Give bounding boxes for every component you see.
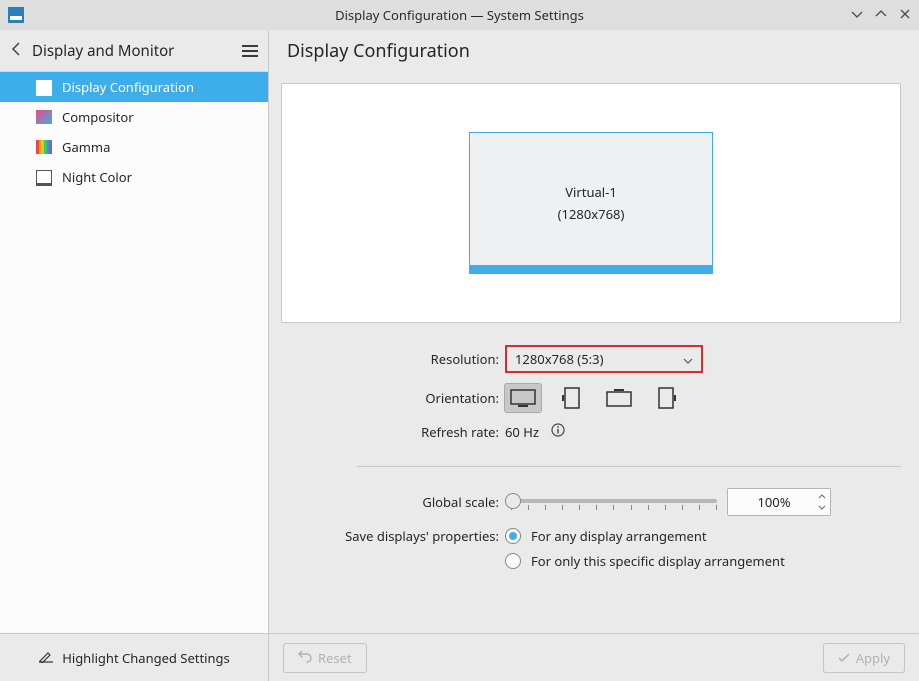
sidebar-item-label: Display Configuration: [62, 78, 194, 96]
orientation-portrait-right-button[interactable]: [649, 384, 685, 412]
save-props-label: Save displays' properties:: [281, 527, 505, 545]
resolution-select[interactable]: 1280x768 (5:3): [505, 345, 703, 373]
orientation-landscape-button[interactable]: [505, 384, 541, 412]
sidebar-item-night-color[interactable]: Night Color: [0, 162, 268, 192]
footer: Highlight Changed Settings Reset Apply: [0, 633, 919, 681]
resolution-value: 1280x768 (5:3): [515, 350, 603, 368]
check-icon: [838, 649, 850, 667]
radio-any-arrangement[interactable]: [505, 528, 521, 544]
monitor-icon: [36, 80, 52, 94]
main-panel: Display Configuration Virtual-1 (1280x76…: [269, 30, 919, 633]
sidebar-item-label: Night Color: [62, 168, 132, 186]
sidebar-item-label: Gamma: [62, 138, 110, 156]
compositor-icon: [36, 110, 52, 124]
orientation-landscape-flipped-button[interactable]: [601, 384, 637, 412]
back-icon[interactable]: [10, 40, 22, 62]
radio-any-label: For any display arrangement: [531, 527, 707, 545]
spin-down-icon[interactable]: [818, 502, 826, 513]
chevron-down-icon: [683, 351, 693, 368]
global-scale-spinbox[interactable]: 100%: [727, 488, 831, 516]
global-scale-value: 100%: [757, 493, 790, 511]
sidebar-item-gamma[interactable]: Gamma: [0, 132, 268, 162]
divider: [357, 466, 901, 467]
titlebar: Display Configuration — System Settings: [0, 0, 919, 30]
highlight-label: Highlight Changed Settings: [62, 649, 230, 667]
spin-up-icon[interactable]: [818, 491, 826, 502]
refresh-rate-value: 60 Hz: [505, 423, 539, 441]
resolution-label: Resolution:: [281, 350, 505, 368]
breadcrumb[interactable]: Display and Monitor: [32, 41, 174, 61]
page-title: Display Configuration: [287, 39, 470, 63]
maximize-icon[interactable]: [875, 8, 887, 23]
global-scale-slider[interactable]: [505, 491, 717, 513]
radio-specific-label: For only this specific display arrangeme…: [531, 552, 785, 570]
highlight-changed-button[interactable]: Highlight Changed Settings: [0, 634, 269, 681]
sidebar-item-display-configuration[interactable]: Display Configuration: [0, 72, 268, 102]
sidebar-item-label: Compositor: [62, 108, 134, 126]
close-icon[interactable]: [899, 8, 911, 23]
apply-label: Apply: [856, 649, 890, 667]
refresh-rate-label: Refresh rate:: [281, 423, 505, 441]
reset-button[interactable]: Reset: [283, 643, 367, 673]
gamma-icon: [36, 140, 52, 154]
minimize-icon[interactable]: [851, 8, 863, 23]
night-color-icon: [36, 170, 52, 184]
undo-icon: [298, 649, 312, 667]
reset-label: Reset: [318, 649, 352, 667]
orientation-portrait-left-button[interactable]: [553, 384, 589, 412]
radio-specific-arrangement[interactable]: [505, 553, 521, 569]
window-title: Display Configuration — System Settings: [0, 6, 919, 24]
sidebar-item-compositor[interactable]: Compositor: [0, 102, 268, 132]
highlight-icon: [38, 649, 54, 667]
info-icon[interactable]: [551, 423, 565, 441]
sidebar: Display and Monitor Display Configuratio…: [0, 30, 269, 633]
global-scale-label: Global scale:: [281, 493, 505, 511]
sidebar-list: Display Configuration Compositor Gamma N…: [0, 71, 268, 633]
hamburger-icon[interactable]: [242, 45, 258, 57]
apply-button[interactable]: Apply: [823, 643, 905, 673]
monitor-name: Virtual-1: [565, 183, 617, 201]
monitor-resolution: (1280x768): [558, 205, 625, 223]
monitor-preview[interactable]: Virtual-1 (1280x768): [469, 132, 713, 274]
orientation-label: Orientation:: [281, 389, 505, 407]
display-canvas: Virtual-1 (1280x768): [281, 83, 901, 323]
